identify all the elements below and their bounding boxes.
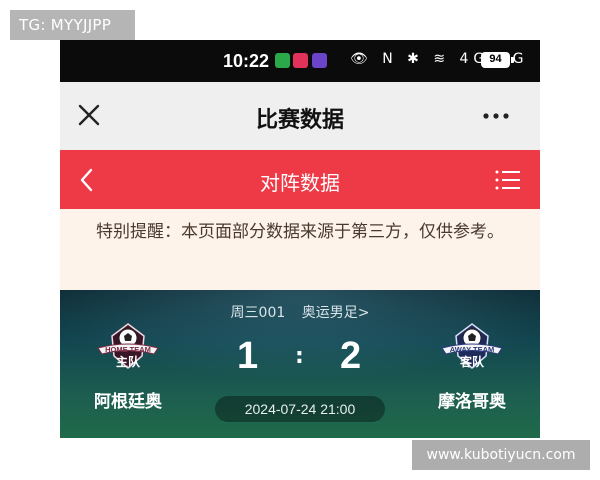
- away-team-badge: AWAY TEAM 客队: [440, 322, 504, 378]
- competition-link[interactable]: 奥运男足>: [302, 305, 370, 321]
- away-team-name[interactable]: 摩洛哥奥: [422, 387, 522, 412]
- away-team-logo-icon: AWAY TEAM 客队: [441, 323, 503, 369]
- home-team-name[interactable]: 阿根廷奥: [78, 387, 178, 412]
- app-notification-icon: [312, 53, 327, 68]
- away-badge-line2: 客队: [459, 354, 485, 369]
- more-options-button[interactable]: [480, 104, 514, 128]
- phone-screen: 10:22 👁 N ✱ ≋ 4G 5G 94 比赛数据 对阵数据 特别提醒：本页…: [60, 40, 540, 438]
- match-datetime: 2024-07-24 21:00: [215, 396, 385, 422]
- battery-tip: [511, 57, 514, 63]
- list-menu-button[interactable]: [494, 167, 522, 193]
- more-dots-icon: [483, 113, 509, 119]
- away-score: 2: [340, 335, 362, 377]
- away-badge-line1: AWAY TEAM: [450, 345, 495, 354]
- score-separator: :: [295, 344, 304, 369]
- section-header: 对阵数据: [60, 150, 540, 209]
- page-title: 比赛数据: [255, 108, 344, 133]
- home-team-badge: HOME TEAM 主队: [96, 322, 160, 378]
- app-notification-icon: [275, 53, 290, 68]
- home-badge-line1: HOME TEAM: [105, 345, 151, 354]
- app-header: 比赛数据: [60, 82, 540, 150]
- status-bar: 10:22 👁 N ✱ ≋ 4G 5G 94: [60, 40, 540, 82]
- screenshot-page: TG: MYYJJPP 10:22 👁 N ✱ ≋ 4G 5G 94 比赛数据: [0, 0, 600, 480]
- home-team-logo-icon: HOME TEAM 主队: [97, 323, 159, 369]
- match-panel: 周三001 奥运男足> HOME TEAM 主队 阿根廷奥 1 : 2 AWAY…: [60, 290, 540, 438]
- home-badge-line2: 主队: [116, 354, 141, 369]
- section-title: 对阵数据: [260, 171, 340, 195]
- status-time: 10:22: [223, 51, 270, 71]
- watermark-bottom: www.kubotiyucn.com: [412, 440, 590, 470]
- list-icon: [495, 170, 520, 190]
- home-score: 1: [237, 335, 259, 377]
- watermark-top: TG: MYYJJPP: [10, 10, 135, 40]
- disclaimer-notice: 特别提醒：本页面部分数据来源于第三方，仅供参考。: [60, 209, 540, 290]
- app-notification-icon: [293, 53, 308, 68]
- battery-icon: 94: [481, 52, 510, 68]
- match-info: 周三001 奥运男足>: [60, 302, 540, 322]
- match-number: 周三001: [230, 305, 286, 321]
